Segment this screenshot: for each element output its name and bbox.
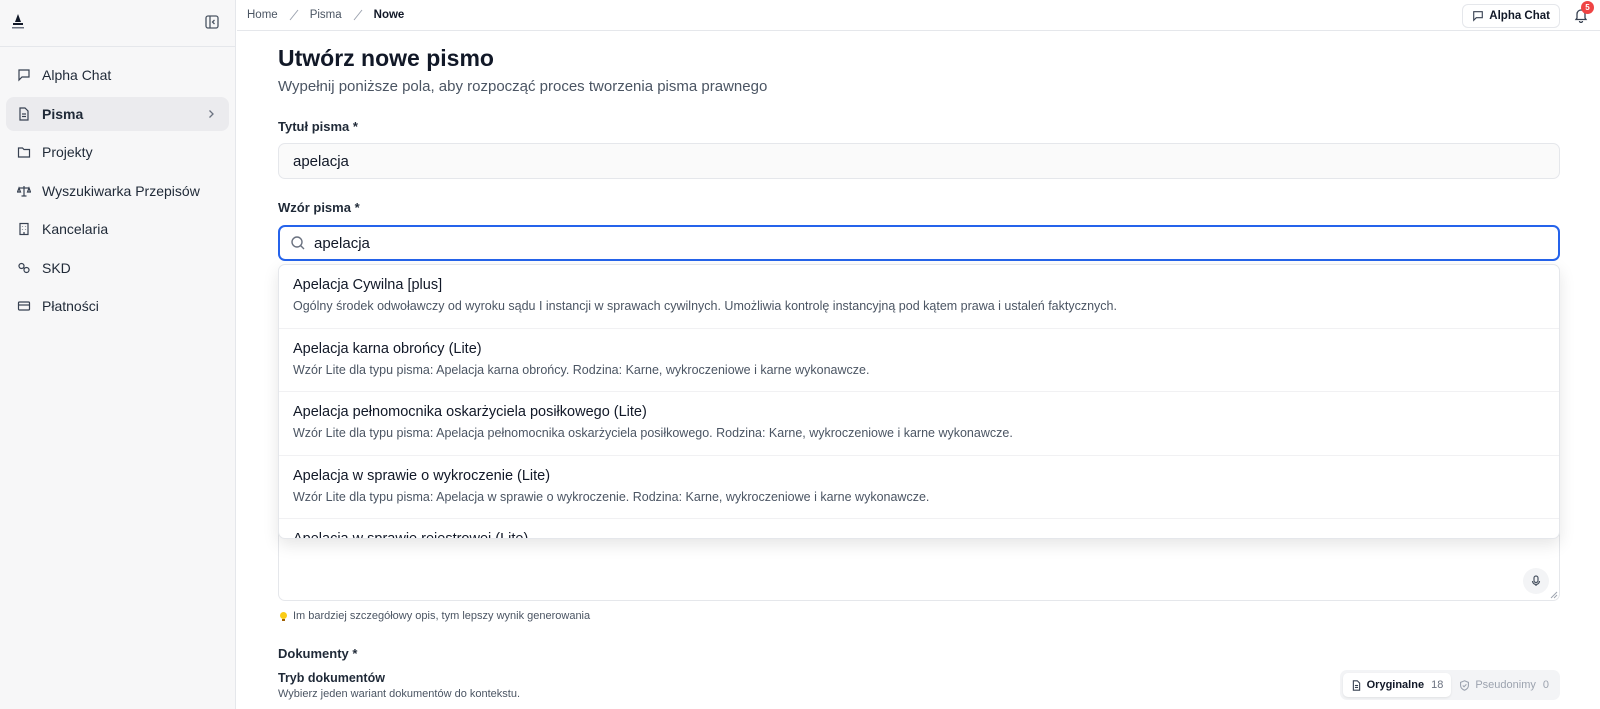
- description-hint-text: Im bardziej szczegółowy opis, tym lepszy…: [293, 610, 591, 622]
- sidebar-item-kancelaria[interactable]: Kancelaria: [6, 212, 229, 246]
- template-option-description: Ogólny środek odwoławczy od wyroku sądu …: [293, 299, 1117, 313]
- sidebar-item-skd[interactable]: SKD: [6, 251, 229, 285]
- documents-mode-subtitle: Wybierz jeden wariant dokumentów do kont…: [278, 688, 521, 700]
- sidebar-item-label: Kancelaria: [42, 221, 109, 237]
- link-icon: [17, 261, 31, 275]
- sidebar-toggle-icon[interactable]: [204, 14, 220, 30]
- folder-icon: [17, 145, 31, 159]
- lightbulb-icon: [280, 611, 287, 621]
- template-option-title: Apelacja w sprawie rejestrowej (Lite): [293, 531, 529, 539]
- description-hint: Im bardziej szczegółowy opis, tym lepszy…: [278, 610, 590, 622]
- sidebar-nav: Alpha Chat Pisma Projekty Wyszukiwarka P…: [0, 47, 235, 323]
- mode-original-label: Oryginalne: [1366, 679, 1425, 691]
- message-square-icon: [1473, 11, 1484, 22]
- file-text-icon: [17, 106, 31, 121]
- template-option[interactable]: Apelacja w sprawie o wykroczenie (Lite) …: [279, 456, 1559, 519]
- title-input-value: apelacja: [293, 152, 349, 170]
- title-input[interactable]: apelacja: [278, 143, 1560, 179]
- sidebar: Alpha Chat Pisma Projekty Wyszukiwarka P…: [0, 0, 236, 709]
- mode-original-count: 18: [1431, 679, 1444, 691]
- sidebar-item-platnosci[interactable]: Płatności: [6, 289, 229, 323]
- alpha-chat-button[interactable]: Alpha Chat: [1462, 4, 1560, 28]
- template-option-title: Apelacja w sprawie o wykroczenie (Lite): [293, 467, 551, 484]
- notification-badge: 5: [1581, 1, 1594, 14]
- breadcrumb-pisma[interactable]: Pisma: [310, 9, 342, 21]
- microphone-button[interactable]: [1523, 568, 1549, 594]
- sidebar-item-label: Alpha Chat: [42, 67, 112, 83]
- file-text-icon: [1352, 679, 1360, 691]
- sidebar-item-pisma[interactable]: Pisma: [6, 96, 229, 131]
- template-option-description: Wzór Lite dla typu pisma: Apelacja w spr…: [293, 489, 930, 504]
- sidebar-item-wyszukiwarka-przepisow[interactable]: Wyszukiwarka Przepisów: [6, 174, 229, 208]
- breadcrumb-separator-icon: [289, 9, 299, 21]
- mode-pseudonyms-count: 0: [1542, 679, 1549, 691]
- sidebar-item-label: Wyszukiwarka Przepisów: [42, 182, 200, 199]
- template-search-field[interactable]: [278, 225, 1560, 261]
- breadcrumb-separator-icon: [353, 9, 363, 21]
- building-icon: [17, 222, 31, 236]
- microphone-icon: [1531, 575, 1541, 586]
- sidebar-item-projekty[interactable]: Projekty: [6, 135, 229, 169]
- mode-pseudonyms-button[interactable]: Pseudonimy 0: [1451, 673, 1557, 697]
- mode-original-button[interactable]: Oryginalne 18: [1342, 673, 1452, 697]
- documents-mode-toggle: Oryginalne 18 Pseudonimy 0: [1339, 670, 1560, 700]
- sidebar-item-alpha-chat[interactable]: Alpha Chat: [6, 58, 229, 92]
- template-option-title: Apelacja pełnomocnika oskarżyciela posił…: [293, 404, 647, 420]
- breadcrumb: Home Pisma Nowe: [247, 8, 404, 22]
- breadcrumb-current: Nowe: [373, 9, 405, 21]
- chevron-right-icon: [209, 109, 214, 118]
- template-option[interactable]: Apelacja w sprawie rejestrowej (Lite): [279, 519, 1559, 539]
- template-option-description: Wzór Lite dla typu pisma: Apelacja karna…: [293, 362, 870, 377]
- sidebar-item-label: Pisma: [42, 105, 84, 122]
- logo-icon: [12, 14, 24, 29]
- page-subtitle: Wypełnij poniższe pola, aby rozpocząć pr…: [278, 78, 768, 95]
- documents-label: Dokumenty *: [278, 646, 358, 661]
- credit-card-icon: [17, 299, 31, 313]
- template-option[interactable]: Apelacja Cywilna [plus] Ogólny środek od…: [279, 265, 1559, 329]
- template-option[interactable]: Apelacja pełnomocnika oskarżyciela posił…: [279, 392, 1559, 456]
- search-icon: [291, 236, 305, 250]
- message-square-icon: [17, 68, 31, 82]
- template-option[interactable]: Apelacja karna obrońcy (Lite) Wzór Lite …: [279, 329, 1559, 392]
- template-option-title: Apelacja karna obrońcy (Lite): [293, 340, 482, 357]
- sidebar-item-label: SKD: [42, 259, 71, 276]
- sidebar-item-label: Płatności: [42, 298, 99, 314]
- page-title: Utwórz nowe pismo: [278, 45, 494, 71]
- mode-pseudonyms-label: Pseudonimy: [1475, 679, 1536, 691]
- resize-handle-icon[interactable]: [1550, 591, 1558, 599]
- template-dropdown: Apelacja Cywilna [plus] Ogólny środek od…: [278, 264, 1560, 539]
- template-option-title: Apelacja Cywilna [plus]: [293, 277, 443, 293]
- template-search-input[interactable]: [314, 234, 1514, 252]
- shield-check-icon: [1460, 679, 1470, 691]
- template-option-description: Wzór Lite dla typu pisma: Apelacja pełno…: [293, 426, 1013, 440]
- documents-mode-title: Tryb dokumentów: [278, 671, 385, 685]
- template-label: Wzór pisma *: [278, 200, 360, 215]
- sidebar-header: [0, 0, 235, 47]
- breadcrumb-home[interactable]: Home: [247, 9, 278, 21]
- scale-icon: [17, 184, 31, 198]
- topbar: Home Pisma Nowe Alpha Chat 5: [237, 0, 1600, 31]
- sidebar-item-label: Projekty: [42, 144, 93, 160]
- description-textarea[interactable]: [278, 532, 1560, 601]
- alpha-chat-button-label: Alpha Chat: [1489, 10, 1550, 22]
- title-label: Tytuł pisma *: [278, 119, 358, 134]
